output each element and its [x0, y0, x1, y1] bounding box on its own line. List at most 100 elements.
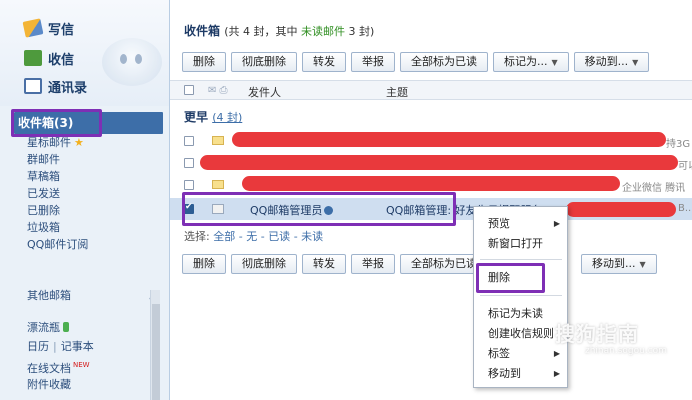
app-drift-bottle[interactable]: 漂流瓶	[0, 318, 169, 337]
chevron-right-icon: ▶	[553, 349, 560, 358]
row-tail-text: 企业微信 腾讯	[622, 183, 686, 194]
app-online-docs[interactable]: 在线文档 NEW	[0, 356, 169, 375]
mail-summary: (共 4 封，其中 未读邮件 3 封)	[224, 25, 374, 38]
row-tail-text: 持3G	[666, 139, 691, 150]
move-to-menu-label: 移动到	[488, 367, 521, 380]
summary-suffix: 3 封)	[344, 25, 375, 38]
star-icon: ★	[74, 136, 84, 149]
row-checkbox-checked[interactable]	[184, 202, 194, 214]
other-mailboxes-toggle[interactable]: 其他邮箱 ▲	[20, 286, 162, 306]
verified-icon	[324, 206, 334, 215]
sidebar-item-drafts[interactable]: 草稿箱	[0, 168, 169, 185]
menu-divider	[480, 295, 562, 296]
row-checkbox[interactable]	[184, 180, 194, 190]
select-all-checkbox[interactable]	[184, 85, 194, 95]
select-unread-link[interactable]: 未读	[301, 230, 323, 243]
separator: |	[53, 340, 57, 353]
chevron-down-icon: ▼	[639, 260, 646, 269]
redacted-content	[242, 176, 620, 191]
move-to-dropdown[interactable]: 移动到... ▼	[573, 52, 650, 72]
contacts-button[interactable]: 通讯录	[24, 76, 87, 96]
select-read-link[interactable]: 已读	[268, 230, 290, 243]
row-checkbox[interactable]	[184, 158, 194, 168]
scrollbar-thumb[interactable]	[152, 304, 160, 400]
sidebar-scrollbar[interactable]	[150, 290, 160, 400]
menu-item-tags[interactable]: 标签 ▶	[488, 345, 568, 363]
table-row[interactable]: 企业微信 腾讯	[170, 174, 692, 196]
row-checkbox[interactable]	[184, 136, 194, 146]
write-button[interactable]: 写信	[22, 18, 75, 38]
quick-actions: 写信 收信 通讯录	[0, 0, 169, 106]
subject-column-header[interactable]: 主题	[386, 84, 408, 100]
app-attachments[interactable]: 附件收藏	[0, 375, 169, 394]
envelope-attachment-icon: ✉ ⎙	[208, 85, 228, 96]
delete-button[interactable]: 删除	[182, 254, 226, 274]
select-none-link[interactable]: 无	[246, 230, 257, 243]
mark-as-dropdown[interactable]: 标记为... ▼	[493, 52, 569, 72]
sidebar-item-spam[interactable]: 垃圾箱	[0, 219, 169, 236]
menu-item-open-new-window[interactable]: 新窗口打开	[488, 235, 543, 253]
chevron-down-icon: ▼	[551, 58, 558, 67]
other-mailboxes-label: 其他邮箱	[27, 289, 71, 302]
mark-all-read-button[interactable]: 全部标为已读	[400, 254, 476, 274]
folder-list: 收件箱(3) 星标邮件 ★ 群邮件 草稿箱 已发送 已删除 垃圾箱 QQ邮件订阅	[0, 112, 169, 253]
menu-item-mark-unread[interactable]: 标记为未读	[488, 305, 543, 323]
selection-dash: -	[293, 230, 298, 243]
move-to-dropdown[interactable]: 移动到... ▼	[581, 254, 657, 274]
report-button[interactable]: 举报	[351, 52, 395, 72]
group-title-text: 更早	[184, 110, 209, 124]
delete-permanent-button[interactable]: 彻底删除	[231, 52, 297, 72]
selection-shortcuts: 选择: 全部 - 无 - 已读 - 未读	[184, 228, 323, 244]
unread-envelope-icon	[212, 136, 224, 145]
unread-link[interactable]: 未读邮件	[301, 25, 345, 38]
menu-item-preview[interactable]: 预览 ▶	[488, 215, 568, 233]
sidebar-item-sent[interactable]: 已发送	[0, 185, 169, 202]
table-row-selected[interactable]: QQ邮箱管理员 QQ邮箱管理: 好友生日提醒服务 B...	[170, 198, 692, 220]
delete-button[interactable]: 删除	[182, 52, 226, 72]
sidebar-item-starred[interactable]: 星标邮件 ★	[0, 134, 169, 151]
report-button[interactable]: 举报	[351, 254, 395, 274]
bottle-icon	[63, 322, 69, 332]
group-count[interactable]: (4 封)	[212, 111, 242, 124]
menu-item-create-rule[interactable]: 创建收信规则	[488, 325, 554, 343]
address-book-icon	[24, 78, 42, 94]
app-calendar[interactable]: 日历	[27, 340, 49, 353]
context-menu: 预览 ▶ 新窗口打开 删除 标记为未读 创建收信规则 标签 ▶ 移动到 ▶	[473, 206, 568, 388]
row-tail-text: B...	[678, 203, 692, 214]
write-label: 写信	[48, 22, 75, 38]
sender-name: QQ邮箱管理员	[250, 204, 323, 217]
mark-all-read-button[interactable]: 全部标为已读	[400, 52, 488, 72]
contacts-label: 通讯录	[48, 80, 88, 96]
sidebar-item-group[interactable]: 群邮件	[0, 151, 169, 168]
sidebar: 写信 收信 通讯录 收件箱(3) 星标邮件 ★ 群邮件 草稿箱 已发送 已删除 垃…	[0, 0, 170, 400]
menu-item-delete[interactable]: 删除	[488, 269, 510, 287]
move-to-label: 移动到...	[584, 55, 629, 68]
summary-prefix: (共 4 封，其中	[224, 25, 301, 38]
chevron-down-icon: ▼	[632, 58, 639, 67]
highlight-outline-delete	[476, 263, 545, 293]
table-row[interactable]: 可以	[170, 152, 692, 174]
new-badge: NEW	[73, 361, 90, 369]
sidebar-item-deleted[interactable]: 已删除	[0, 202, 169, 219]
sender-column-header[interactable]: 发件人	[248, 84, 281, 100]
selection-dash: -	[260, 230, 265, 243]
receive-label: 收信	[48, 52, 75, 68]
qq-mascot-icon	[102, 38, 162, 86]
sidebar-item-subscriptions[interactable]: QQ邮件订阅	[0, 236, 169, 253]
delete-permanent-button[interactable]: 彻底删除	[231, 254, 297, 274]
forward-button[interactable]: 转发	[302, 254, 346, 274]
selection-dash: -	[238, 230, 243, 243]
redacted-content	[566, 202, 676, 217]
forward-button[interactable]: 转发	[302, 52, 346, 72]
app-notepad[interactable]: 记事本	[61, 340, 94, 353]
mark-as-label: 标记为...	[504, 55, 548, 68]
pencil-icon	[22, 18, 44, 38]
select-all-link[interactable]: 全部	[213, 230, 235, 243]
sidebar-item-inbox[interactable]: 收件箱(3)	[14, 112, 163, 134]
starred-label: 星标邮件	[27, 136, 71, 149]
menu-item-move-to[interactable]: 移动到 ▶	[488, 365, 568, 383]
receive-button[interactable]: 收信	[24, 48, 74, 68]
table-row[interactable]: 持3G	[170, 130, 692, 152]
watermark-url: zhinan.sogou.com	[585, 346, 667, 356]
drift-bottle-label: 漂流瓶	[27, 321, 60, 334]
